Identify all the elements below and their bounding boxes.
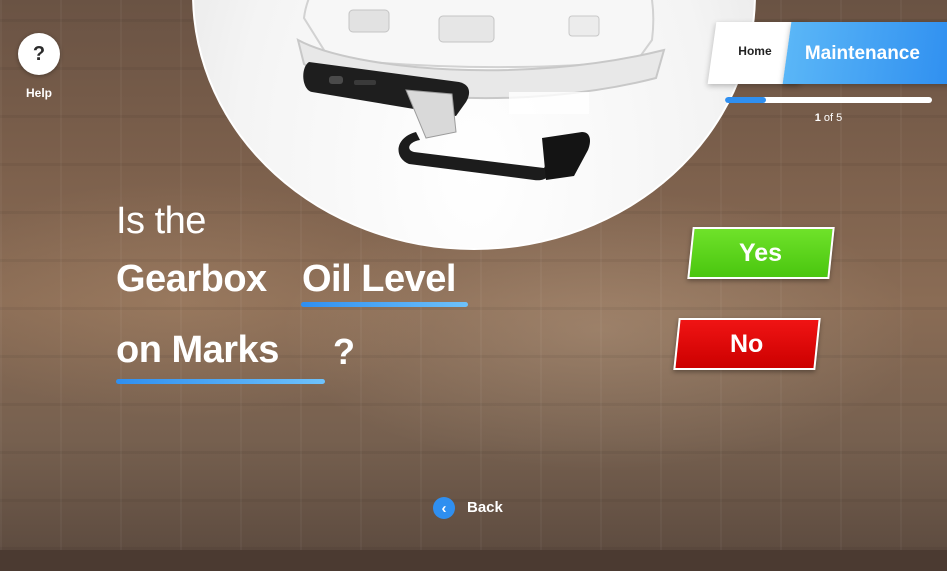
- chevron-glyph: ‹: [441, 499, 447, 517]
- progress-current: 1: [814, 112, 821, 124]
- yes-button-label: Yes: [739, 238, 783, 267]
- back-button[interactable]: Back: [467, 499, 503, 516]
- question-part-on-marks: on Marks: [116, 329, 279, 371]
- yes-button[interactable]: Yes: [687, 227, 835, 279]
- bottom-bar: [0, 550, 947, 571]
- help-button[interactable]: ?: [18, 33, 60, 75]
- on-marks-underline: [116, 379, 325, 384]
- question-icon: ?: [32, 42, 46, 65]
- question-part-gearbox: Gearbox: [116, 258, 267, 300]
- question-mark: ?: [333, 331, 355, 372]
- progress-text: 1 of 5: [725, 112, 932, 124]
- question-part-oil-level: Oil Level: [302, 258, 456, 300]
- maintenance-tab[interactable]: Maintenance: [782, 22, 947, 84]
- help-label: Help: [25, 86, 52, 100]
- progress-fill: [725, 97, 767, 103]
- no-button[interactable]: No: [673, 318, 821, 370]
- oil-level-underline: [301, 302, 468, 307]
- maintenance-tab-label: Maintenance: [804, 43, 920, 64]
- progress-bar: [725, 97, 932, 103]
- question-prefix: Is the: [116, 200, 206, 242]
- no-button-label: No: [730, 329, 764, 358]
- home-tab-label: Home: [738, 44, 772, 58]
- progress-total: of 5: [823, 112, 843, 124]
- smart-helmet-image: [296, 0, 666, 181]
- product-image-circle: [192, 0, 756, 250]
- chevron-left-icon[interactable]: ‹: [433, 497, 455, 519]
